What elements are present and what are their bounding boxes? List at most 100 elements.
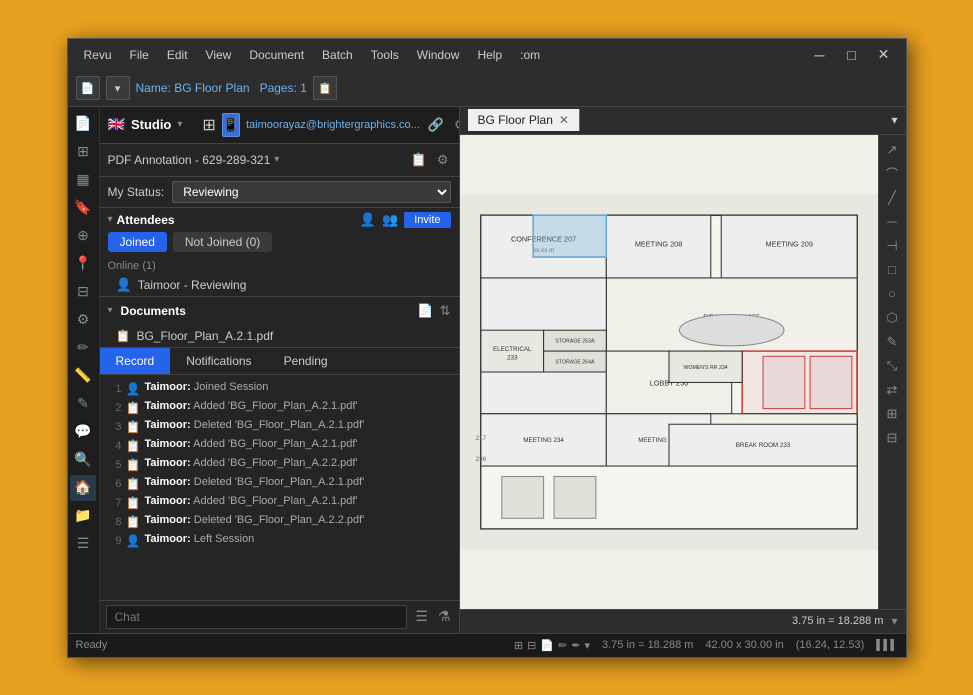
menu-revu[interactable]: Revu — [76, 44, 120, 66]
status-edit-icon[interactable]: ✏ — [558, 639, 567, 652]
cad-background: CONFERENCE 207 xx.xx m MEETING 208 MEETI… — [460, 135, 878, 609]
attendees-tabs: Joined Not Joined (0) — [100, 232, 459, 258]
menu-view[interactable]: View — [198, 44, 240, 66]
tool-arrow[interactable]: ↗ — [880, 139, 904, 161]
sidebar-grid2-icon[interactable]: ▦ — [70, 167, 96, 193]
attendees-person-icon[interactable]: 👤 — [360, 212, 376, 228]
status-pen-icon[interactable]: ✒ — [571, 639, 580, 652]
cad-tab-close-icon[interactable]: ✕ — [559, 113, 569, 127]
status-doc-icon[interactable]: 📄 — [540, 639, 554, 652]
menu-tools[interactable]: Tools — [363, 44, 407, 66]
studio-grid-icon[interactable]: ⊞ — [202, 113, 215, 137]
menu-help[interactable]: Help — [469, 44, 510, 66]
svg-text:MEETING 234: MEETING 234 — [523, 437, 564, 444]
menu-document[interactable]: Document — [241, 44, 312, 66]
cad-content[interactable]: CONFERENCE 207 xx.xx m MEETING 208 MEETI… — [460, 135, 878, 609]
window-controls: ─ □ ✕ — [806, 45, 898, 65]
cad-scale-dropdown[interactable]: ▾ — [891, 614, 897, 628]
status-grid-icon[interactable]: ⊞ — [514, 639, 523, 652]
sidebar-pin-icon[interactable]: 📍 — [70, 251, 96, 277]
svg-text:BREAK ROOM 233: BREAK ROOM 233 — [735, 442, 790, 449]
record-item: 6 📋 Taimoor: Deleted 'BG_Floor_Plan_A.2.… — [100, 474, 459, 493]
minimize-button[interactable]: ─ — [806, 45, 834, 65]
cad-tab[interactable]: BG Floor Plan ✕ — [468, 109, 580, 131]
sidebar-floor-icon[interactable]: ⊟ — [70, 279, 96, 305]
chat-input[interactable] — [106, 605, 408, 629]
svg-text:WOMEN'S RR 234: WOMEN'S RR 234 — [683, 364, 727, 370]
toolbar-dropdown-icon[interactable]: ▾ — [106, 76, 130, 100]
maximize-button[interactable]: □ — [838, 45, 866, 65]
docs-expand-icon[interactable]: ▾ — [108, 305, 113, 316]
icon-sidebar: 📄 ⊞ ▦ 🔖 ⊕ 📍 ⊟ ⚙ ✏ 📏 ✎ 💬 🔍 🏠 📁 ☰ — [68, 107, 100, 633]
attendees-expand-icon[interactable]: ▾ — [108, 214, 113, 225]
docs-sort-icon[interactable]: ⇅ — [440, 303, 451, 319]
toolbar-page-icon[interactable]: 📋 — [313, 76, 337, 100]
sidebar-layers-icon[interactable]: ⊕ — [70, 223, 96, 249]
tab-joined[interactable]: Joined — [108, 232, 167, 252]
cad-scale-text: 3.75 in = 18.288 m — [792, 615, 883, 627]
studio-settings-icon[interactable]: ⚙ — [452, 115, 460, 135]
tool-polygon[interactable]: ⬡ — [880, 307, 904, 329]
status-icon2[interactable]: ⊟ — [527, 639, 536, 652]
record-item: 8 📋 Taimoor: Deleted 'BG_Floor_Plan_A.2.… — [100, 512, 459, 531]
status-bar: Ready ⊞ ⊟ 📄 ✏ ✒ ▾ 3.75 in = 18.288 m 42.… — [68, 633, 906, 657]
tool-measure[interactable]: ⊞ — [880, 403, 904, 425]
attendees-add-icon[interactable]: 👥 — [382, 212, 398, 228]
record-tab[interactable]: Record — [100, 348, 171, 374]
menu-extra[interactable]: :om — [512, 44, 548, 66]
sidebar-pencil-icon[interactable]: ✏ — [70, 335, 96, 361]
session-adjust-icon[interactable]: ⚙ — [435, 150, 451, 170]
sidebar-list-icon[interactable]: ☰ — [70, 531, 96, 557]
record-icon: 📋 — [126, 420, 141, 434]
menu-edit[interactable]: Edit — [159, 44, 196, 66]
sidebar-search-icon[interactable]: 🔍 — [70, 447, 96, 473]
sidebar-edit2-icon[interactable]: ✎ — [70, 391, 96, 417]
notifications-tab[interactable]: Notifications — [170, 348, 267, 374]
studio-panel: 🇬🇧 Studio ▾ ⊞ 📱 taimoorayaz@brightergrap… — [100, 107, 460, 633]
sidebar-folder-icon[interactable]: 📁 — [70, 503, 96, 529]
cad-area: BG Floor Plan ✕ ▾ — [460, 107, 906, 633]
status-arrow-icon[interactable]: ▾ — [584, 639, 590, 652]
chat-list-icon[interactable]: ☰ — [413, 606, 430, 627]
menu-window[interactable]: Window — [409, 44, 468, 66]
tool-ruler[interactable]: ⊟ — [880, 427, 904, 449]
sidebar-measure-icon[interactable]: 📏 — [70, 363, 96, 389]
record-item: 5 📋 Taimoor: Added 'BG_Floor_Plan_A.2.2.… — [100, 455, 459, 474]
tool-vline[interactable]: ⊣ — [880, 235, 904, 257]
studio-link-icon[interactable]: 🔗 — [426, 115, 446, 135]
tool-rect[interactable]: □ — [880, 259, 904, 281]
record-item: 7 📋 Taimoor: Added 'BG_Floor_Plan_A.2.1.… — [100, 493, 459, 512]
status-bars-icon: ▌▌▌ — [876, 640, 897, 651]
chat-filter-icon[interactable]: ⚗ — [436, 606, 453, 627]
tool-circle[interactable]: ○ — [880, 283, 904, 305]
studio-dropdown-arrow[interactable]: ▾ — [177, 119, 182, 130]
toolbar-doc-icon[interactable]: 📄 — [76, 76, 100, 100]
sidebar-doc-icon[interactable]: 📄 — [70, 111, 96, 137]
tool-resize[interactable]: ⤡ — [880, 355, 904, 377]
sidebar-bookmark-icon[interactable]: 🔖 — [70, 195, 96, 221]
session-chevron[interactable]: ▾ — [274, 154, 279, 165]
session-copy-icon[interactable]: 📋 — [409, 150, 429, 170]
pending-tab[interactable]: Pending — [268, 348, 344, 374]
tool-curve[interactable]: ⌒ — [880, 163, 904, 185]
status-select[interactable]: Reviewing Approved Rejected — [172, 181, 450, 203]
invite-button[interactable]: Invite — [404, 212, 450, 228]
menu-batch[interactable]: Batch — [314, 44, 361, 66]
cad-tab-more[interactable]: ▾ — [891, 113, 897, 127]
sidebar-comment-icon[interactable]: 💬 — [70, 419, 96, 445]
online-label: Online (1) — [100, 258, 459, 274]
docs-add-icon[interactable]: 📄 — [417, 303, 433, 319]
tool-hline[interactable]: ─ — [880, 211, 904, 233]
tool-edit[interactable]: ✎ — [880, 331, 904, 353]
studio-tablet-icon[interactable]: 📱 — [222, 113, 240, 137]
tool-line[interactable]: ╱ — [880, 187, 904, 209]
doc-filename: BG_Floor_Plan_A.2.1.pdf — [136, 329, 273, 343]
close-button[interactable]: ✕ — [870, 45, 898, 65]
sidebar-studio-icon[interactable]: 🏠 — [70, 475, 96, 501]
record-icon: 📋 — [126, 496, 141, 510]
sidebar-gear-icon[interactable]: ⚙ — [70, 307, 96, 333]
tool-flip[interactable]: ⇄ — [880, 379, 904, 401]
tab-not-joined[interactable]: Not Joined (0) — [173, 232, 272, 252]
sidebar-grid-icon[interactable]: ⊞ — [70, 139, 96, 165]
menu-file[interactable]: File — [122, 44, 157, 66]
